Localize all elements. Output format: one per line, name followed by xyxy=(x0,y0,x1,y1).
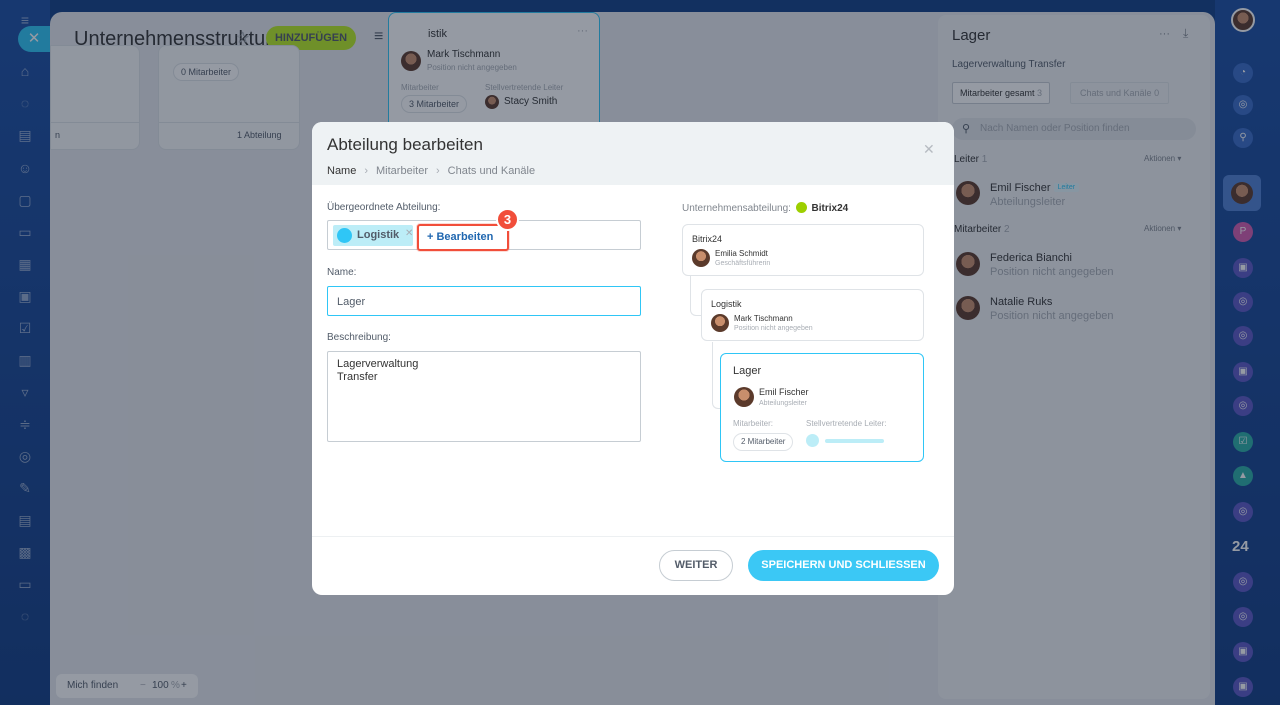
person-position: Abteilungsleiter xyxy=(759,400,807,407)
node-title: Bitrix24 xyxy=(692,234,723,244)
tree-node-logistik: Logistik Mark Tischmann Position nicht a… xyxy=(701,289,924,341)
step-name[interactable]: Name xyxy=(327,165,356,177)
description-line: Lagerverwaltung xyxy=(337,358,419,370)
chevron-right-icon: › xyxy=(364,165,369,177)
tree-node-lager: Lager Emil Fischer Abteilungsleiter Mita… xyxy=(720,353,924,462)
node-title: Logistik xyxy=(711,299,742,309)
deputy-placeholder-bar xyxy=(825,439,884,443)
description-line: Transfer xyxy=(337,371,378,383)
parent-department-tag[interactable]: Logistik ✕ xyxy=(333,225,413,246)
name-label: Name: xyxy=(327,267,357,278)
deputy-placeholder-icon xyxy=(806,434,819,447)
close-icon[interactable]: ✕ xyxy=(923,141,935,158)
description-label: Beschreibung: xyxy=(327,332,391,343)
person-position: Position nicht angegeben xyxy=(734,325,813,332)
department-icon xyxy=(337,228,352,243)
person-position: Geschäftsführerin xyxy=(715,260,771,267)
deputy-label: Stellvertretende Leiter: xyxy=(806,419,887,428)
description-textarea[interactable]: Lagerverwaltung Transfer xyxy=(327,351,641,442)
tree-node-root: Bitrix24 Emilia Schmidt Geschäftsführeri… xyxy=(682,224,924,276)
tag-label: Logistik xyxy=(357,229,400,241)
label-text: Unternehmensabteilung: xyxy=(682,203,791,214)
employees-label: Mitarbeiter: xyxy=(733,419,774,428)
step-employees[interactable]: Mitarbeiter xyxy=(376,165,428,177)
person-name: Emil Fischer xyxy=(759,387,809,397)
edit-parent-button[interactable]: + Bearbeiten xyxy=(417,224,509,251)
dialog-footer-divider xyxy=(312,536,954,537)
avatar xyxy=(734,387,754,407)
edit-department-dialog: Abteilung bearbeiten ✕ Name › Mitarbeite… xyxy=(312,122,954,595)
parent-department-label: Übergeordnete Abteilung: xyxy=(327,202,441,213)
person-name: Mark Tischmann xyxy=(734,314,793,323)
node-title: Lager xyxy=(733,365,762,377)
step-chats[interactable]: Chats und Kanäle xyxy=(448,165,535,177)
avatar xyxy=(711,314,729,332)
chevron-right-icon: › xyxy=(435,165,440,177)
breadcrumb: Name › Mitarbeiter › Chats und Kanäle xyxy=(327,165,535,177)
person-name: Emilia Schmidt xyxy=(715,249,768,258)
name-input[interactable]: Lager xyxy=(327,286,641,316)
remove-tag-icon[interactable]: ✕ xyxy=(405,228,413,239)
employee-count-badge: 2 Mitarbeiter xyxy=(733,433,794,451)
company-name: Bitrix24 xyxy=(811,203,849,214)
dialog-title: Abteilung bearbeiten xyxy=(327,135,483,154)
next-button[interactable]: WEITER xyxy=(659,550,733,581)
save-and-close-button[interactable]: SPEICHERN UND SCHLIESSEN xyxy=(748,550,939,581)
company-icon xyxy=(795,202,807,213)
step-marker-badge: 3 xyxy=(496,208,519,231)
avatar xyxy=(692,249,710,267)
company-department-label: Unternehmensabteilung: Bitrix24 xyxy=(682,202,848,214)
